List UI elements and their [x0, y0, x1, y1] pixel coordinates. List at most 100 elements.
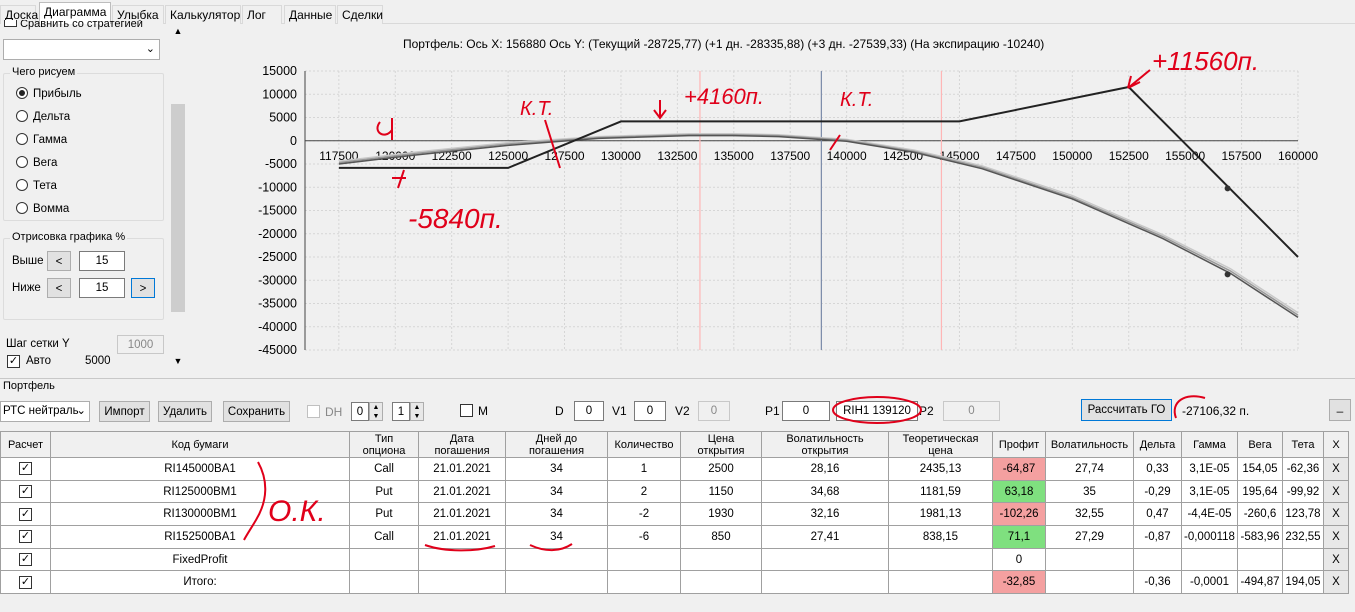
cell-days: 34 [505, 457, 608, 481]
annotation-max-profit: +11560п. [1152, 46, 1259, 76]
col-date[interactable]: Дата погашения [418, 431, 506, 458]
cell-delta: -0,29 [1133, 479, 1182, 504]
remove-row-button[interactable]: X [1323, 570, 1349, 595]
cell-vega: -260,6 [1237, 502, 1283, 527]
col-vega[interactable]: Вега [1237, 431, 1283, 458]
cell-qty[interactable]: 2 [607, 479, 681, 504]
remove-row-button[interactable]: X [1323, 525, 1349, 549]
annotation-max-loss: -5840п. [408, 203, 503, 234]
cell-type: Put [349, 479, 419, 504]
x-tick-label: 160000 [1278, 149, 1318, 163]
dh-spinner-2[interactable]: ▲ ▼ [410, 402, 424, 421]
y-tick-label: -30000 [258, 273, 297, 287]
remove-row-button[interactable]: X [1323, 479, 1349, 504]
row-checkbox[interactable]: ✓ [0, 547, 51, 572]
cell-profit: 71,1 [992, 525, 1046, 549]
delete-button[interactable]: Удалить [158, 401, 212, 422]
chevron-down-icon: ⌄ [76, 405, 86, 417]
cell-code: RI125000BM1 [50, 479, 350, 504]
table-row[interactable]: ✓ RI152500BA1 Call 21.01.2021 34 -6 850 … [0, 525, 1349, 549]
p2-input[interactable]: 0 [943, 401, 1000, 421]
col-profit[interactable]: Профит [992, 431, 1046, 458]
col-theta[interactable]: Тета [1282, 431, 1324, 458]
col-price[interactable]: Цена открытия [680, 431, 762, 458]
cell-price[interactable]: 850 [680, 525, 762, 549]
cell-profit: -64,87 [992, 457, 1046, 481]
cell-profit: 63,18 [992, 479, 1046, 504]
import-button[interactable]: Импорт [99, 401, 150, 422]
row-checkbox[interactable]: ✓ [0, 525, 51, 549]
cell-days: 34 [505, 525, 608, 549]
cell-theor: 838,15 [888, 525, 993, 549]
row-checkbox[interactable]: ✓ [0, 502, 51, 527]
cell-date: 21.01.2021 [418, 479, 506, 504]
payoff-chart[interactable]: 15000 10000 5000 0 -5000 -10000 -15000 -20000 -2… [0, 0, 1355, 380]
y-tick-label: -45000 [258, 343, 297, 357]
row-checkbox[interactable]: ✓ [0, 479, 51, 504]
table-row[interactable]: ✓ RI145000BA1 Call 21.01.2021 34 1 2500 … [0, 457, 1349, 481]
col-days[interactable]: Дней до погашения [505, 431, 608, 458]
dh-checkbox[interactable] [307, 405, 320, 418]
table-row-fixed-profit[interactable]: ✓ FixedProfit 0 X [0, 547, 1349, 572]
cell-date: 21.01.2021 [418, 525, 506, 549]
minimize-button[interactable]: _ [1329, 399, 1351, 421]
remove-row-button[interactable]: X [1323, 502, 1349, 527]
row-checkbox[interactable]: ✓ [0, 457, 51, 481]
x-tick-label: 147500 [996, 149, 1036, 163]
cell-delta: -0,87 [1133, 525, 1182, 549]
v2-label: V2 [675, 404, 690, 418]
cell-vega: -583,96 [1237, 525, 1283, 549]
cell-profit: -32,85 [992, 570, 1046, 595]
col-calc[interactable]: Расчет [0, 431, 51, 458]
col-qty[interactable]: Количество [607, 431, 681, 458]
dh-spinner-1[interactable]: ▲ ▼ [369, 402, 383, 421]
x-tick-label: 155000 [1165, 149, 1205, 163]
cell-vol: 32,55 [1045, 502, 1134, 527]
col-remove[interactable]: X [1323, 431, 1349, 458]
cell-qty[interactable]: -6 [607, 525, 681, 549]
save-button[interactable]: Сохранить [223, 401, 290, 422]
table-row[interactable]: ✓ RI130000BM1 Put 21.01.2021 34 -2 1930 … [0, 502, 1349, 527]
col-delta[interactable]: Дельта [1133, 431, 1182, 458]
cell-vol: 27,29 [1045, 525, 1134, 549]
remove-row-button[interactable]: X [1323, 547, 1349, 572]
section-divider [0, 378, 1355, 379]
x-tick-label: 140000 [827, 149, 867, 163]
cell-date: 21.01.2021 [418, 457, 506, 481]
v2-input[interactable]: 0 [698, 401, 730, 421]
cell-vol: 27,74 [1045, 457, 1134, 481]
p1-input[interactable]: 0 [782, 401, 830, 421]
cell-price[interactable]: 1930 [680, 502, 762, 527]
col-code[interactable]: Код бумаги [50, 431, 350, 458]
dh-input-2[interactable]: 1 [392, 402, 410, 421]
cell-days: 34 [505, 479, 608, 504]
m-checkbox[interactable] [460, 404, 473, 417]
cell-price[interactable]: 2500 [680, 457, 762, 481]
col-vol[interactable]: Волатильность [1045, 431, 1134, 458]
remove-row-button[interactable]: X [1323, 457, 1349, 481]
col-vol-open[interactable]: Волатильность открытия [761, 431, 889, 458]
d-input[interactable]: 0 [574, 401, 604, 421]
cell-vol-open: 28,16 [761, 457, 889, 481]
cell-vega: 154,05 [1237, 457, 1283, 481]
cell-qty[interactable]: -2 [607, 502, 681, 527]
col-gamma[interactable]: Гамма [1181, 431, 1238, 458]
col-theor[interactable]: Теоретическая цена [888, 431, 993, 458]
table-row[interactable]: ✓ RI125000BM1 Put 21.01.2021 34 2 1150 3… [0, 479, 1349, 504]
col-type[interactable]: Тип опциона [349, 431, 419, 458]
cell-vol-open: 32,16 [761, 502, 889, 527]
cell-price[interactable]: 1150 [680, 479, 762, 504]
cell-code: RI130000BM1 [50, 502, 350, 527]
cell-delta: 0,33 [1133, 457, 1182, 481]
dh-input-1[interactable]: 0 [351, 402, 369, 421]
ticker-input[interactable]: RIH1 139120 [836, 401, 918, 421]
cell-qty[interactable]: 1 [607, 457, 681, 481]
y-tick-label: -25000 [258, 250, 297, 264]
v1-input[interactable]: 0 [634, 401, 666, 421]
calculate-margin-button[interactable]: Рассчитать ГО [1081, 399, 1172, 421]
dh-label: DH [325, 405, 343, 419]
x-tick-label: 152500 [1109, 149, 1149, 163]
cell-vol-open: 27,41 [761, 525, 889, 549]
strategy-select[interactable]: РТС нейтраль ⌄ [0, 401, 90, 422]
row-checkbox[interactable]: ✓ [0, 570, 51, 595]
